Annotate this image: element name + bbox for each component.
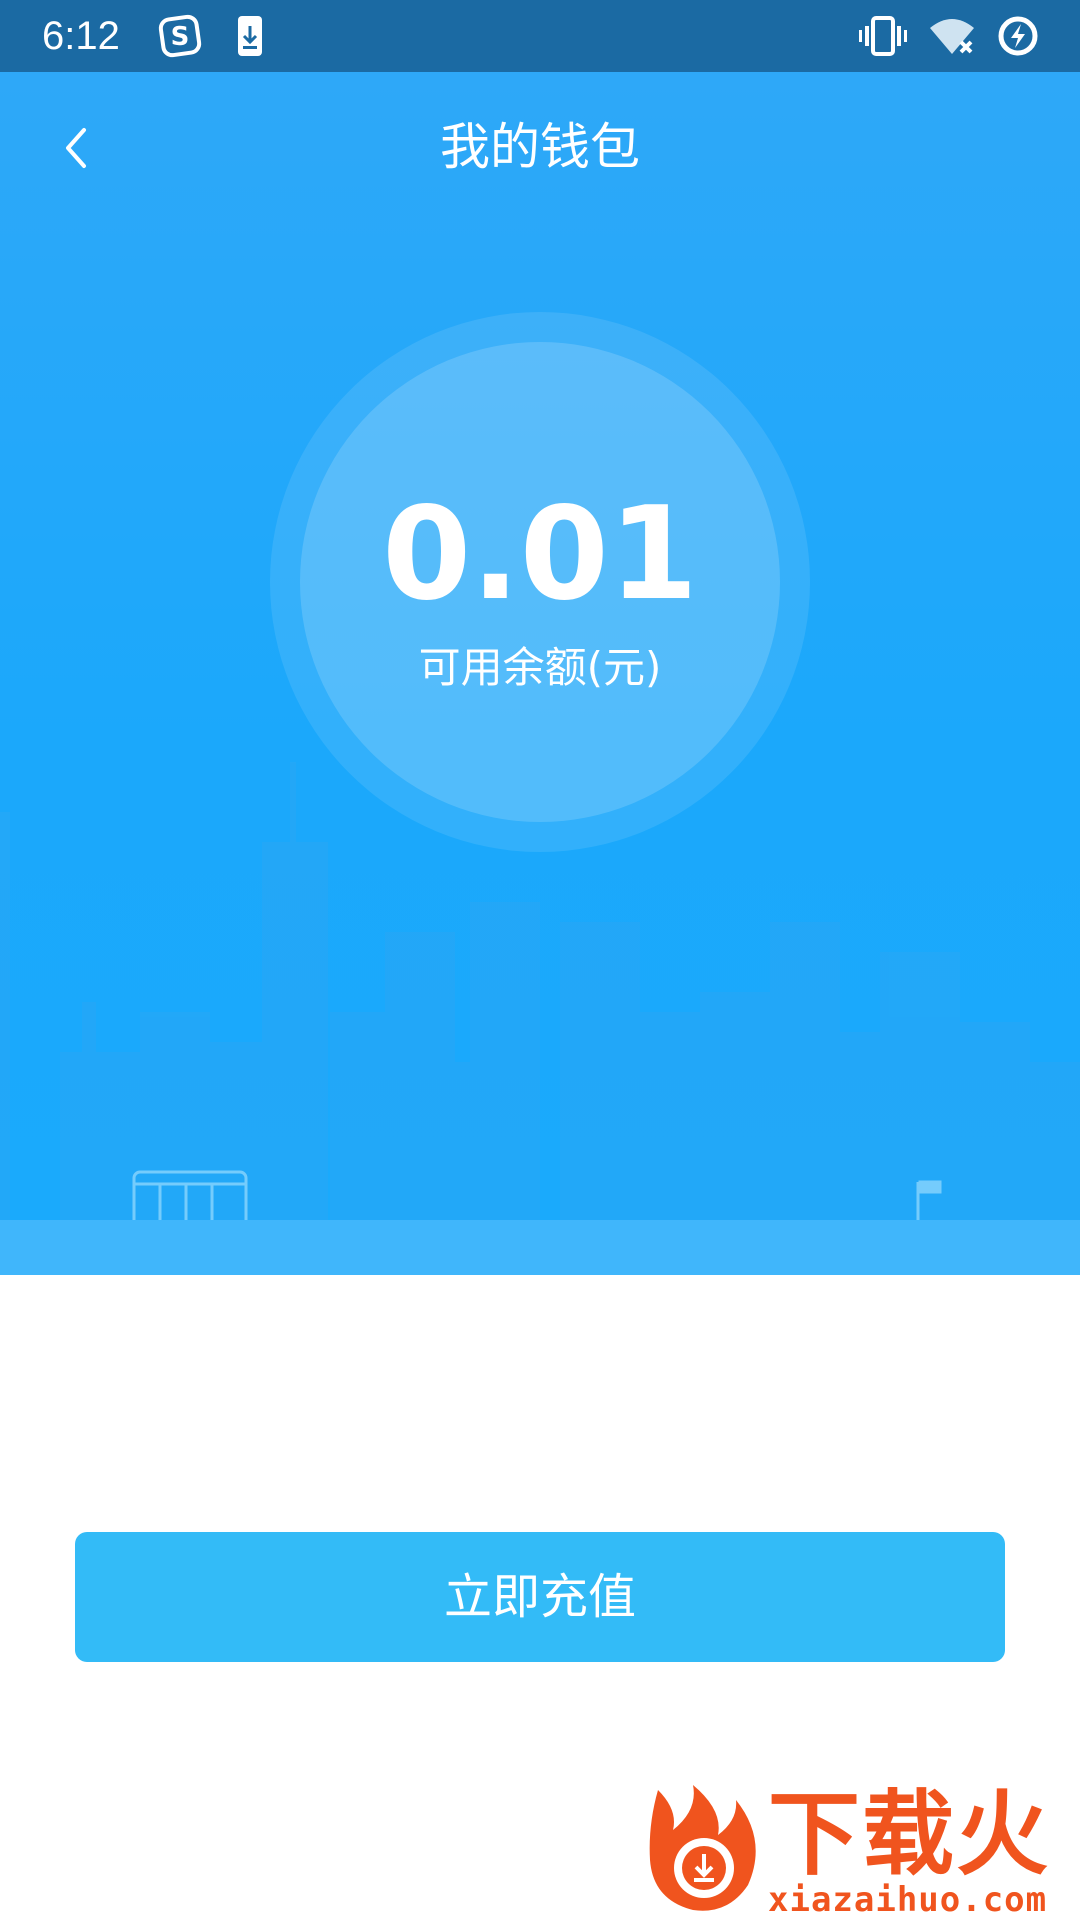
- page-title: 我的钱包: [440, 118, 640, 176]
- wifi-off-icon: [928, 14, 974, 58]
- ground-strip: [0, 1220, 1080, 1275]
- status-bar: 6:12 S: [0, 0, 1080, 72]
- download-icon: [228, 14, 272, 58]
- flame-logo-icon: [649, 1785, 756, 1911]
- watermark: 下载火 xiazaihuo.com: [638, 1780, 1080, 1920]
- balance-amount: 0.01: [382, 480, 698, 629]
- vibrate-icon: [858, 14, 907, 58]
- svg-text:S: S: [171, 22, 190, 52]
- recharge-button[interactable]: 立即充值: [75, 1532, 1005, 1662]
- sogou-s-icon: S: [158, 14, 202, 58]
- watermark-brand: 下载火: [768, 1781, 1051, 1888]
- watermark-url: xiazaihuo.com: [768, 1880, 1048, 1920]
- balance-label: 可用余额(元): [418, 643, 662, 692]
- status-time: 6:12: [42, 14, 120, 58]
- battery-charging-icon: [996, 14, 1040, 58]
- wallet-page: 6:12 S 我的钱包 0.01 可用余额(元) 立即充值 下载火 xiazai…: [0, 0, 1080, 1920]
